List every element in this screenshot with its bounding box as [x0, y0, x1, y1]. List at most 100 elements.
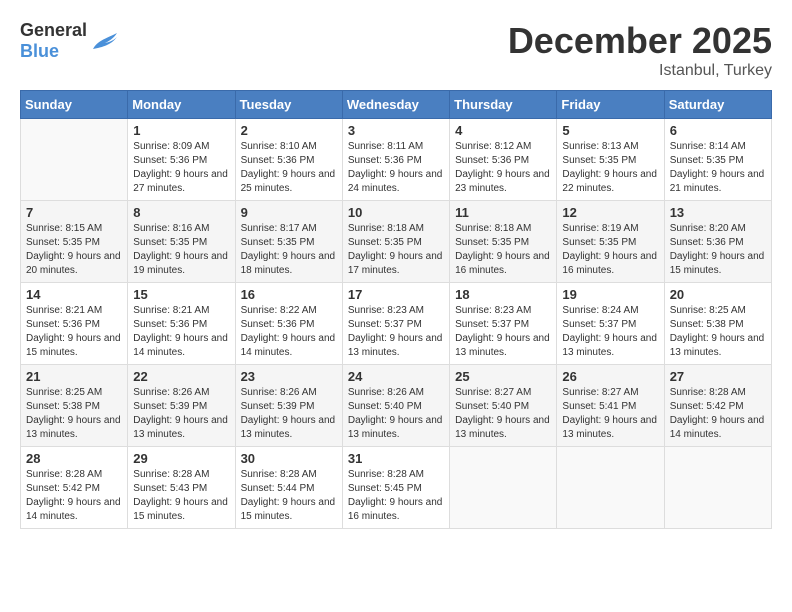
daylight-text: Daylight: 9 hours and 16 minutes. [348, 496, 444, 524]
day-info: Sunrise: 8:26 AM Sunset: 5:39 PM Dayligh… [241, 386, 337, 442]
calendar-day-cell: 12 Sunrise: 8:19 AM Sunset: 5:35 PM Dayl… [557, 201, 664, 283]
sunset-text: Sunset: 5:43 PM [133, 482, 229, 496]
sunset-text: Sunset: 5:39 PM [241, 400, 337, 414]
daylight-text: Daylight: 9 hours and 16 minutes. [562, 250, 658, 278]
header-row: Sunday Monday Tuesday Wednesday Thursday… [21, 91, 772, 119]
sunrise-text: Sunrise: 8:17 AM [241, 222, 337, 236]
calendar-table: Sunday Monday Tuesday Wednesday Thursday… [20, 90, 772, 529]
sunset-text: Sunset: 5:39 PM [133, 400, 229, 414]
sunrise-text: Sunrise: 8:27 AM [455, 386, 551, 400]
sunset-text: Sunset: 5:44 PM [241, 482, 337, 496]
daylight-text: Daylight: 9 hours and 25 minutes. [241, 168, 337, 196]
sunset-text: Sunset: 5:36 PM [133, 318, 229, 332]
sunset-text: Sunset: 5:38 PM [26, 400, 122, 414]
calendar-day-cell: 5 Sunrise: 8:13 AM Sunset: 5:35 PM Dayli… [557, 119, 664, 201]
sunrise-text: Sunrise: 8:19 AM [562, 222, 658, 236]
calendar-header: Sunday Monday Tuesday Wednesday Thursday… [21, 91, 772, 119]
sunset-text: Sunset: 5:35 PM [241, 236, 337, 250]
daylight-text: Daylight: 9 hours and 27 minutes. [133, 168, 229, 196]
sunset-text: Sunset: 5:35 PM [133, 236, 229, 250]
col-sunday: Sunday [21, 91, 128, 119]
day-info: Sunrise: 8:24 AM Sunset: 5:37 PM Dayligh… [562, 304, 658, 360]
sunset-text: Sunset: 5:42 PM [670, 400, 766, 414]
calendar-day-cell: 8 Sunrise: 8:16 AM Sunset: 5:35 PM Dayli… [128, 201, 235, 283]
sunset-text: Sunset: 5:35 PM [670, 154, 766, 168]
calendar-day-cell: 24 Sunrise: 8:26 AM Sunset: 5:40 PM Dayl… [342, 365, 449, 447]
day-info: Sunrise: 8:28 AM Sunset: 5:42 PM Dayligh… [670, 386, 766, 442]
sunset-text: Sunset: 5:36 PM [26, 318, 122, 332]
day-info: Sunrise: 8:27 AM Sunset: 5:41 PM Dayligh… [562, 386, 658, 442]
daylight-text: Daylight: 9 hours and 13 minutes. [562, 414, 658, 442]
sunset-text: Sunset: 5:36 PM [348, 154, 444, 168]
daylight-text: Daylight: 9 hours and 17 minutes. [348, 250, 444, 278]
logo-general: General [20, 20, 87, 40]
sunrise-text: Sunrise: 8:28 AM [348, 468, 444, 482]
day-number: 16 [241, 287, 337, 302]
day-number: 3 [348, 123, 444, 138]
sunset-text: Sunset: 5:37 PM [455, 318, 551, 332]
day-number: 31 [348, 451, 444, 466]
daylight-text: Daylight: 9 hours and 14 minutes. [670, 414, 766, 442]
day-number: 19 [562, 287, 658, 302]
daylight-text: Daylight: 9 hours and 24 minutes. [348, 168, 444, 196]
sunrise-text: Sunrise: 8:13 AM [562, 140, 658, 154]
calendar-day-cell: 21 Sunrise: 8:25 AM Sunset: 5:38 PM Dayl… [21, 365, 128, 447]
day-info: Sunrise: 8:28 AM Sunset: 5:43 PM Dayligh… [133, 468, 229, 524]
sunrise-text: Sunrise: 8:12 AM [455, 140, 551, 154]
sunrise-text: Sunrise: 8:16 AM [133, 222, 229, 236]
calendar-week-row: 14 Sunrise: 8:21 AM Sunset: 5:36 PM Dayl… [21, 283, 772, 365]
calendar-week-row: 21 Sunrise: 8:25 AM Sunset: 5:38 PM Dayl… [21, 365, 772, 447]
day-info: Sunrise: 8:20 AM Sunset: 5:36 PM Dayligh… [670, 222, 766, 278]
day-number: 13 [670, 205, 766, 220]
daylight-text: Daylight: 9 hours and 16 minutes. [455, 250, 551, 278]
calendar-week-row: 28 Sunrise: 8:28 AM Sunset: 5:42 PM Dayl… [21, 447, 772, 529]
daylight-text: Daylight: 9 hours and 19 minutes. [133, 250, 229, 278]
calendar-day-cell: 17 Sunrise: 8:23 AM Sunset: 5:37 PM Dayl… [342, 283, 449, 365]
sunrise-text: Sunrise: 8:10 AM [241, 140, 337, 154]
calendar-day-cell: 3 Sunrise: 8:11 AM Sunset: 5:36 PM Dayli… [342, 119, 449, 201]
calendar-day-cell: 10 Sunrise: 8:18 AM Sunset: 5:35 PM Dayl… [342, 201, 449, 283]
day-info: Sunrise: 8:18 AM Sunset: 5:35 PM Dayligh… [455, 222, 551, 278]
calendar-day-cell: 13 Sunrise: 8:20 AM Sunset: 5:36 PM Dayl… [664, 201, 771, 283]
sunrise-text: Sunrise: 8:26 AM [241, 386, 337, 400]
calendar-day-cell: 27 Sunrise: 8:28 AM Sunset: 5:42 PM Dayl… [664, 365, 771, 447]
title-section: December 2025 Istanbul, Turkey [508, 20, 772, 80]
day-number: 20 [670, 287, 766, 302]
daylight-text: Daylight: 9 hours and 13 minutes. [670, 332, 766, 360]
col-saturday: Saturday [664, 91, 771, 119]
col-monday: Monday [128, 91, 235, 119]
day-number: 10 [348, 205, 444, 220]
calendar-day-cell: 19 Sunrise: 8:24 AM Sunset: 5:37 PM Dayl… [557, 283, 664, 365]
day-info: Sunrise: 8:23 AM Sunset: 5:37 PM Dayligh… [455, 304, 551, 360]
header: General Blue December 2025 Istanbul, Tur… [20, 20, 772, 80]
sunrise-text: Sunrise: 8:21 AM [133, 304, 229, 318]
sunset-text: Sunset: 5:35 PM [348, 236, 444, 250]
sunset-text: Sunset: 5:38 PM [670, 318, 766, 332]
month-title: December 2025 [508, 20, 772, 62]
calendar-day-cell: 15 Sunrise: 8:21 AM Sunset: 5:36 PM Dayl… [128, 283, 235, 365]
day-number: 23 [241, 369, 337, 384]
day-info: Sunrise: 8:16 AM Sunset: 5:35 PM Dayligh… [133, 222, 229, 278]
calendar-day-cell: 26 Sunrise: 8:27 AM Sunset: 5:41 PM Dayl… [557, 365, 664, 447]
logo-blue: Blue [20, 41, 59, 61]
location-subtitle: Istanbul, Turkey [508, 62, 772, 80]
daylight-text: Daylight: 9 hours and 14 minutes. [26, 496, 122, 524]
sunrise-text: Sunrise: 8:22 AM [241, 304, 337, 318]
day-info: Sunrise: 8:25 AM Sunset: 5:38 PM Dayligh… [670, 304, 766, 360]
day-number: 21 [26, 369, 122, 384]
calendar-day-cell [450, 447, 557, 529]
sunrise-text: Sunrise: 8:20 AM [670, 222, 766, 236]
sunset-text: Sunset: 5:42 PM [26, 482, 122, 496]
calendar-day-cell [557, 447, 664, 529]
daylight-text: Daylight: 9 hours and 15 minutes. [26, 332, 122, 360]
day-number: 18 [455, 287, 551, 302]
day-info: Sunrise: 8:27 AM Sunset: 5:40 PM Dayligh… [455, 386, 551, 442]
day-number: 2 [241, 123, 337, 138]
day-info: Sunrise: 8:21 AM Sunset: 5:36 PM Dayligh… [26, 304, 122, 360]
col-tuesday: Tuesday [235, 91, 342, 119]
calendar-day-cell: 31 Sunrise: 8:28 AM Sunset: 5:45 PM Dayl… [342, 447, 449, 529]
day-info: Sunrise: 8:18 AM Sunset: 5:35 PM Dayligh… [348, 222, 444, 278]
sunrise-text: Sunrise: 8:28 AM [241, 468, 337, 482]
daylight-text: Daylight: 9 hours and 13 minutes. [348, 414, 444, 442]
daylight-text: Daylight: 9 hours and 21 minutes. [670, 168, 766, 196]
